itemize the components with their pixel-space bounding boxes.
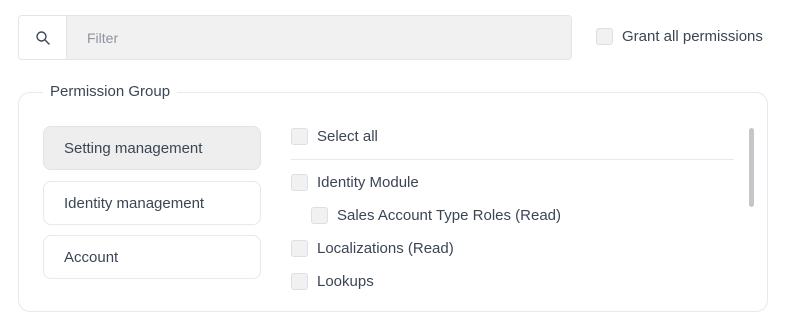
sidebar-item-label: Account	[64, 248, 119, 266]
permission-label: Localizations (Read)	[317, 240, 454, 257]
select-all-checkbox[interactable]: Select all	[291, 128, 378, 145]
scrollbar-thumb[interactable]	[749, 128, 754, 207]
permission-group-legend: Permission Group	[43, 83, 178, 100]
permission-sales-account-type-roles-read[interactable]: Sales Account Type Roles (Read)	[311, 207, 561, 224]
permission-label: Sales Account Type Roles (Read)	[337, 207, 562, 224]
checkbox-box[interactable]	[291, 273, 308, 290]
checkbox-box[interactable]	[596, 28, 613, 45]
grant-all-permissions-checkbox[interactable]: Grant all permissions	[596, 28, 763, 45]
checkbox-box[interactable]	[291, 174, 308, 191]
permission-identity-module[interactable]: Identity Module	[291, 174, 419, 191]
sidebar-item-label: Setting management	[64, 139, 203, 157]
permission-label: Identity Module	[317, 174, 419, 191]
checkbox-box[interactable]	[291, 128, 308, 145]
select-all-label: Select all	[317, 128, 378, 145]
checkbox-box[interactable]	[291, 240, 308, 257]
checkbox-box[interactable]	[311, 207, 328, 224]
search-icon[interactable]	[19, 16, 67, 59]
permission-label: Lookups	[317, 273, 374, 290]
sidebar-item-label: Identity management	[64, 194, 205, 212]
permission-lookups[interactable]: Lookups	[291, 273, 374, 290]
divider	[291, 159, 734, 160]
permission-group: Permission Group Setting management Iden…	[18, 83, 768, 312]
sidebar-item-account[interactable]: Account	[43, 235, 261, 279]
filter-input[interactable]	[67, 16, 571, 59]
sidebar-item-identity-management[interactable]: Identity management	[43, 181, 261, 225]
grant-all-permissions-label: Grant all permissions	[622, 28, 763, 45]
sidebar-item-setting-management[interactable]: Setting management	[43, 126, 261, 170]
filter-box	[18, 15, 572, 60]
permission-localizations-read[interactable]: Localizations (Read)	[291, 240, 454, 257]
